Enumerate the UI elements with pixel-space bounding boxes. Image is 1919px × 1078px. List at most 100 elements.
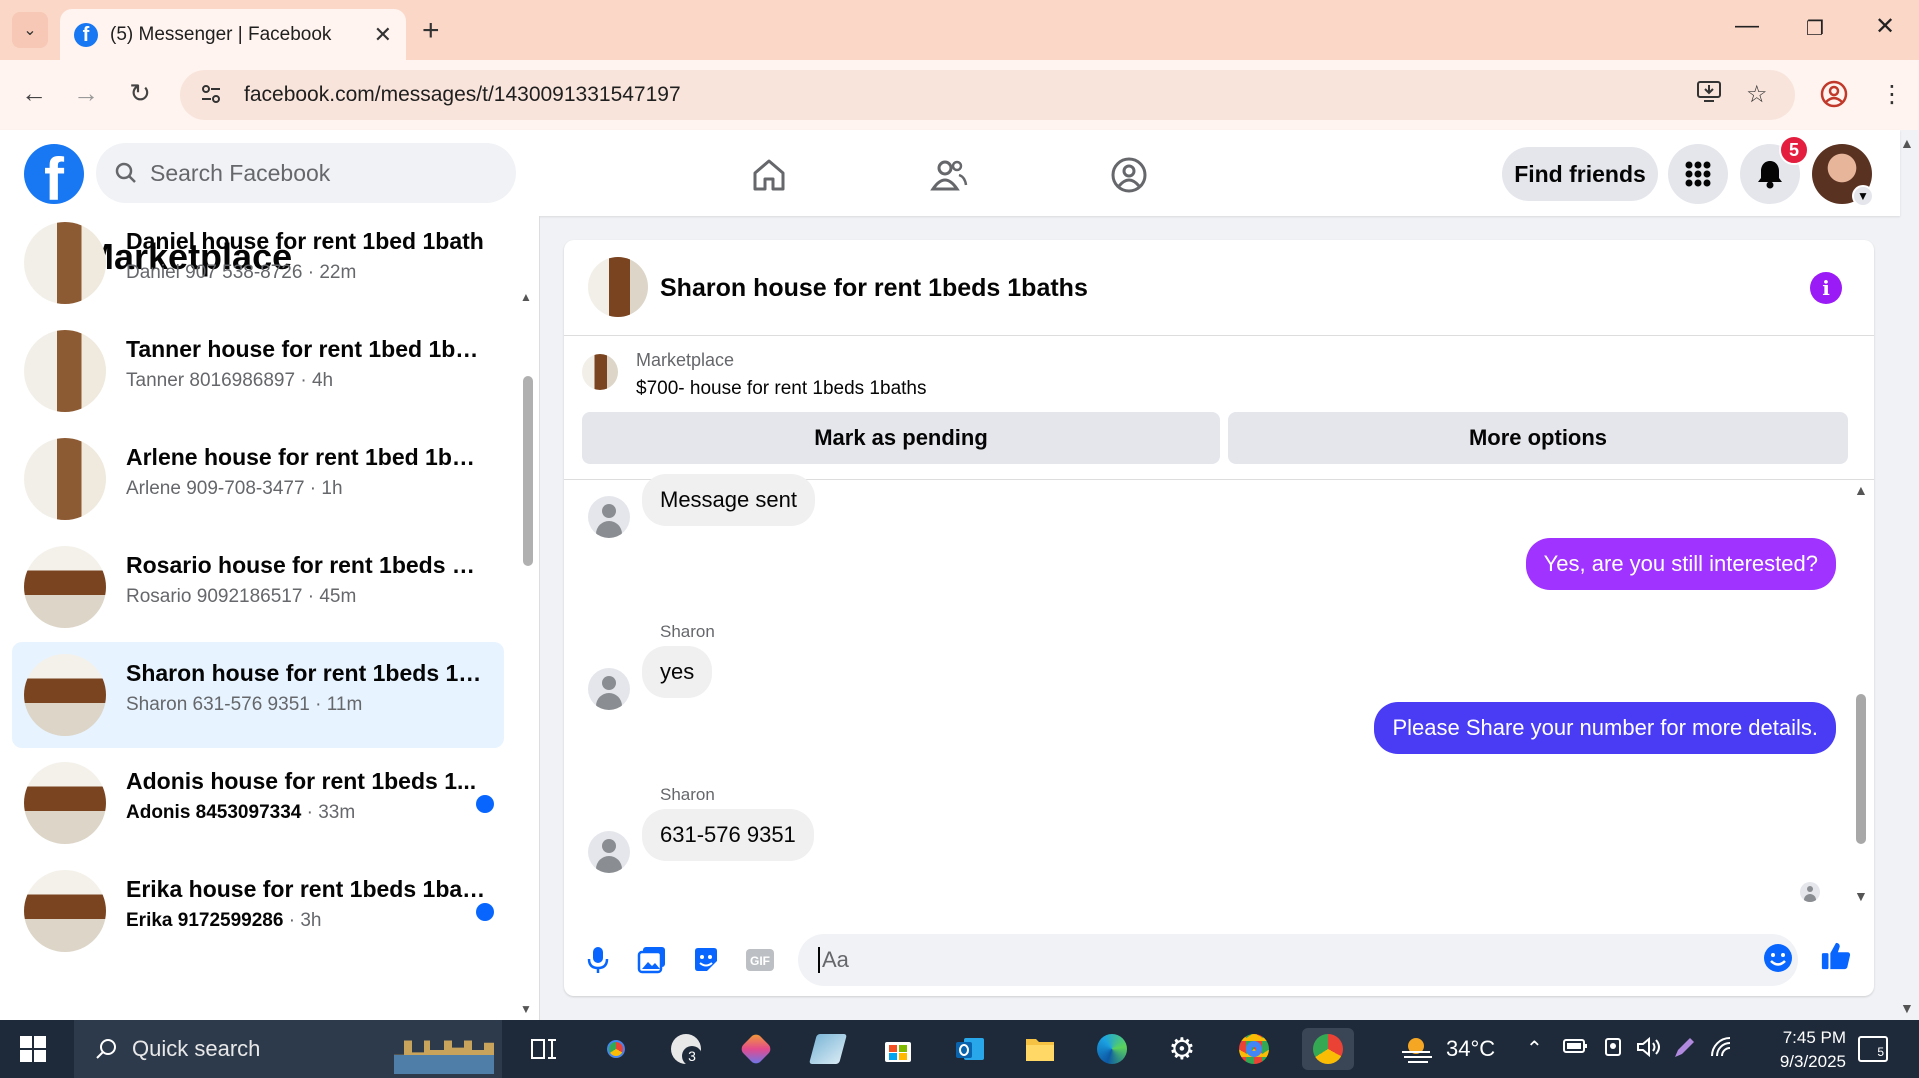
wifi-icon[interactable] — [1708, 1036, 1734, 1064]
conversation-item-unread[interactable]: Adonis house for rent 1beds 1... Adonis … — [12, 750, 504, 856]
chrome-active-window-icon[interactable] — [1302, 1028, 1354, 1070]
sidebar-scrollbar[interactable] — [523, 376, 533, 566]
find-friends-button[interactable]: Find friends — [1502, 147, 1658, 201]
unread-dot — [476, 795, 494, 813]
listing-thumbnail — [24, 330, 106, 412]
pen-icon[interactable] — [1672, 1036, 1696, 1066]
clock-time: 7:45 PM — [1782, 1028, 1846, 1047]
reload-icon[interactable]: ↻ — [122, 78, 158, 109]
chat-panel: Sharon house for rent 1beds 1baths i Mar… — [564, 240, 1874, 996]
copilot-icon[interactable] — [734, 1028, 778, 1070]
taskbar-clock[interactable]: 7:45 PM 9/3/2025 — [1746, 1026, 1846, 1074]
groups-icon[interactable] — [1104, 150, 1154, 200]
message-bubble-incoming: Message sent — [642, 474, 815, 526]
sender-avatar — [588, 496, 630, 538]
thumbs-up-icon[interactable] — [1820, 940, 1852, 972]
chat-header: Sharon house for rent 1beds 1baths i — [564, 240, 1874, 336]
conversation-name: Adonis house for rent 1beds 1... — [126, 768, 477, 794]
browser-tab[interactable]: f (5) Messenger | Facebook ✕ — [60, 9, 406, 60]
home-icon[interactable] — [744, 150, 794, 200]
chevron-down-icon[interactable]: ▼ — [1852, 185, 1874, 207]
chrome-profile-icon[interactable] — [594, 1028, 638, 1070]
messages-scroll-up-arrow[interactable]: ▲ — [1854, 482, 1868, 498]
mark-as-pending-button[interactable]: Mark as pending — [582, 412, 1220, 464]
site-info-icon[interactable] — [200, 83, 224, 107]
settings-gear-icon[interactable]: ⚙ — [1160, 1028, 1204, 1070]
tab-title: (5) Messenger | Facebook — [110, 23, 332, 45]
listing-title[interactable]: $700- house for rent 1beds 1baths — [636, 378, 926, 400]
page-scroll-up-arrow[interactable]: ▲ — [1900, 135, 1914, 151]
new-tab-button[interactable]: + — [422, 14, 440, 48]
task-view-icon[interactable] — [522, 1028, 566, 1070]
info-icon[interactable]: i — [1810, 272, 1842, 304]
conversation-preview: Adonis 8453097334 · 33m — [126, 802, 356, 823]
conversation-item[interactable]: Tanner house for rent 1bed 1bath Tanner … — [12, 318, 504, 424]
more-options-button[interactable]: More options — [1228, 412, 1848, 464]
sender-name: Sharon — [660, 622, 715, 641]
outlook-icon[interactable] — [948, 1028, 992, 1070]
messages-scroll-down-arrow[interactable]: ▼ — [1854, 888, 1868, 904]
marketplace-label: Marketplace — [636, 350, 735, 370]
chat-title[interactable]: Sharon house for rent 1beds 1baths — [660, 274, 1088, 303]
browser-menu-icon[interactable]: ⋮ — [1880, 80, 1904, 109]
install-app-icon[interactable] — [1696, 80, 1722, 111]
restore-window-button[interactable]: ❐ — [1790, 16, 1840, 41]
sidebar-scroll-up-arrow[interactable]: ▲ — [520, 290, 532, 304]
weather-widget[interactable]: 34°C — [1400, 1034, 1495, 1064]
messages-scrollbar[interactable] — [1856, 694, 1866, 844]
sidebar-scroll-down-arrow[interactable]: ▼ — [520, 1002, 532, 1016]
menu-grid-icon[interactable] — [1668, 144, 1728, 204]
show-hidden-icons-chevron-icon[interactable]: ⌃ — [1526, 1036, 1543, 1061]
speaker-icon[interactable] — [1636, 1036, 1662, 1064]
whatsapp-icon[interactable]: 3 — [664, 1028, 708, 1070]
facebook-search-input[interactable]: Search Facebook — [96, 143, 516, 203]
conversation-name: Sharon house for rent 1beds 1ba... — [126, 660, 486, 686]
sender-avatar — [588, 668, 630, 710]
minimize-window-button[interactable]: — — [1722, 12, 1772, 40]
clock-date: 9/3/2025 — [1779, 1052, 1846, 1071]
close-tab-icon[interactable]: ✕ — [374, 22, 392, 48]
chrome-icon[interactable] — [1232, 1028, 1276, 1070]
conversation-item[interactable]: Rosario house for rent 1beds 1b... Rosar… — [12, 534, 504, 640]
browser-tab-bar: ⌄ f (5) Messenger | Facebook ✕ + — ❐ ✕ — [0, 0, 1919, 60]
conversation-item-unread[interactable]: Erika house for rent 1beds 1bat... Erika… — [12, 858, 504, 964]
windows-taskbar: Quick search 3 ⚙ 34°C ⌃ 7:45 PM 9/3/2025… — [0, 1020, 1919, 1078]
listing-thumbnail — [24, 546, 106, 628]
conversation-item[interactable]: Arlene house for rent 1bed 1bath Arlene … — [12, 426, 504, 532]
page-scroll-down-arrow[interactable]: ▼ — [1900, 1000, 1914, 1016]
gif-icon[interactable]: GIF — [744, 944, 776, 976]
bookmark-star-icon[interactable]: ☆ — [1746, 80, 1768, 109]
search-icon — [115, 162, 136, 183]
url-bar[interactable]: facebook.com/messages/t/1430091331547197 — [180, 70, 1795, 120]
profile-icon[interactable] — [1820, 80, 1848, 115]
taskbar-search-input[interactable]: Quick search — [74, 1020, 502, 1078]
file-explorer-icon[interactable] — [1018, 1028, 1062, 1070]
listing-thumbnail[interactable] — [588, 257, 648, 317]
search-placeholder: Search Facebook — [150, 159, 331, 186]
photo-icon[interactable] — [636, 944, 668, 976]
sticker-icon[interactable] — [690, 944, 722, 976]
message-bubble-outgoing: Please Share your number for more detail… — [1374, 702, 1836, 754]
conversation-item[interactable]: Daniel house for rent 1bed 1bath Daniel … — [12, 216, 504, 316]
edge-icon[interactable] — [1090, 1028, 1134, 1070]
message-input[interactable]: Aa — [798, 934, 1798, 986]
back-arrow-icon[interactable]: ← — [16, 78, 52, 109]
windows-start-icon[interactable] — [20, 1036, 46, 1062]
url-text: facebook.com/messages/t/1430091331547197 — [244, 83, 681, 106]
battery-icon[interactable] — [1562, 1036, 1588, 1062]
notepad-icon[interactable] — [806, 1028, 850, 1070]
facebook-logo-icon[interactable]: f — [24, 144, 84, 204]
listing-thumbnail[interactable] — [582, 354, 618, 390]
notification-center-icon[interactable]: 5 — [1858, 1036, 1888, 1062]
microphone-icon[interactable] — [582, 944, 614, 976]
text-caret — [818, 947, 820, 973]
microsoft-store-icon[interactable] — [876, 1028, 920, 1070]
friends-icon[interactable] — [924, 150, 974, 200]
meet-now-icon[interactable] — [1602, 1036, 1624, 1064]
forward-arrow-icon[interactable]: → — [68, 78, 104, 109]
close-window-button[interactable]: ✕ — [1860, 12, 1910, 41]
tab-search-button[interactable]: ⌄ — [12, 12, 48, 48]
notification-count-badge: 5 — [1779, 135, 1809, 165]
emoji-icon[interactable] — [1762, 942, 1794, 974]
conversation-item-active[interactable]: Sharon house for rent 1beds 1ba... Sharo… — [12, 642, 504, 748]
